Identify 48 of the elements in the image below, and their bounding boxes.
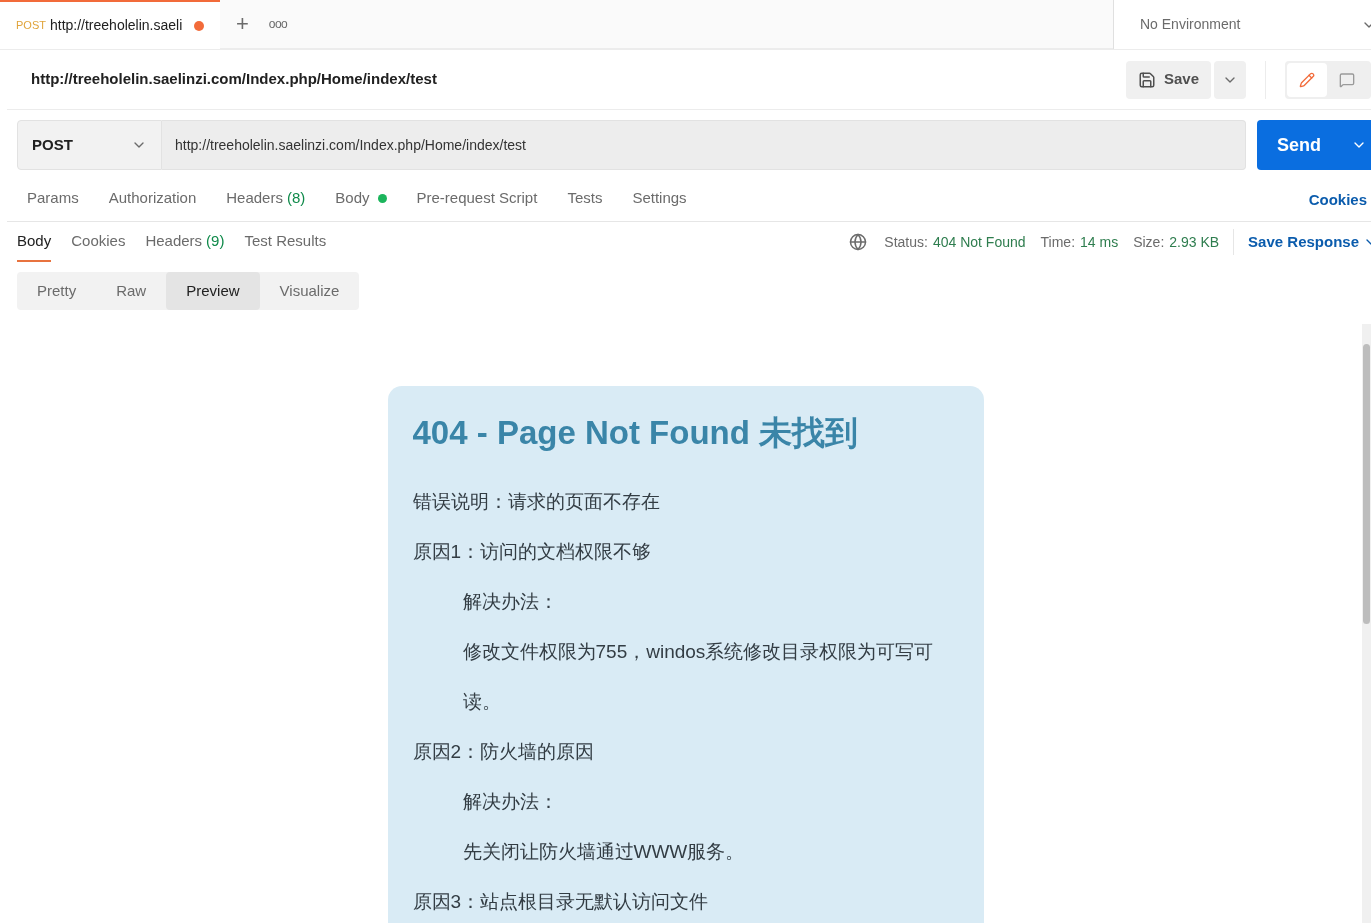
tab-title: http://treeholelin.saeli [49, 16, 183, 35]
save-options-button[interactable] [1214, 60, 1246, 99]
edit-button[interactable] [1287, 62, 1327, 97]
globe-icon [849, 233, 868, 251]
request-tab[interactable]: Body [335, 187, 387, 214]
error-text: 原因2：防火墙的原因 [412, 740, 596, 765]
request-tab[interactable]: Pre-request Script [416, 187, 538, 214]
request-tab[interactable]: Settings [632, 187, 687, 214]
size-value: 2.93 KB [1169, 232, 1220, 252]
error-text: 原因1：访问的文档权限不够 [412, 540, 653, 565]
more-tabs-button[interactable]: ooo [268, 15, 288, 33]
error-text: 错误说明：请求的页面不存在 [412, 490, 661, 515]
view-mode-tab[interactable]: Visualize [259, 272, 360, 310]
status-value: 404 Not Found [932, 232, 1026, 252]
cookies-link[interactable]: Cookies [1308, 189, 1367, 212]
view-mode-tab[interactable]: Preview [166, 272, 260, 310]
error-text: 原因3：站点根目录无默认访问文件 [412, 890, 710, 915]
save-response-button[interactable]: Save Response [1248, 230, 1371, 254]
method-label: POST [16, 18, 46, 34]
error-text: 先关闭让防火墙通过WWW服务。 [461, 840, 746, 865]
method-select[interactable]: POST [17, 120, 162, 170]
url-field[interactable]: http://treeholelin.saelinzi.com/Index.php/Home/index/test [162, 120, 1246, 170]
new-tab-button[interactable]: + [236, 13, 249, 35]
response-tab[interactable]: Cookies [71, 222, 126, 262]
request-title: http://treeholelin.saelinzi.com/Index.php/Home/index/test [31, 69, 437, 90]
save-button[interactable]: Save [1125, 60, 1211, 99]
size-label: Size: [1133, 232, 1165, 252]
comment-icon [1339, 71, 1355, 88]
request-tab[interactable]: Tests [567, 187, 603, 214]
request-tab[interactable]: Params [27, 187, 79, 214]
view-mode-tab[interactable]: Pretty [17, 272, 97, 310]
response-tab[interactable]: Body [17, 222, 52, 262]
environment-select[interactable]: No Environment [1113, 0, 1371, 49]
response-tab[interactable]: Test Results [244, 222, 327, 262]
error-text: 解决办法： [461, 590, 559, 615]
error-text: 修改文件权限为755，windos系统修改目录权限为可写可读。 [461, 640, 935, 715]
send-button[interactable]: Send [1257, 120, 1371, 170]
time-value: 14 ms [1080, 232, 1119, 252]
error-heading: 404 - Page Not Found 未找到 [412, 413, 860, 453]
save-icon [1137, 70, 1156, 89]
response-tab[interactable]: Headers (9) [145, 222, 225, 262]
time-label: Time: [1040, 232, 1076, 252]
error-text: 解决办法： [461, 790, 559, 815]
request-tab[interactable]: Authorization [108, 187, 197, 214]
request-tab[interactable]: Headers (8) [226, 187, 306, 214]
view-mode-tab[interactable]: Raw [96, 272, 167, 310]
pencil-icon [1299, 71, 1315, 88]
status-label: Status: [884, 232, 928, 252]
